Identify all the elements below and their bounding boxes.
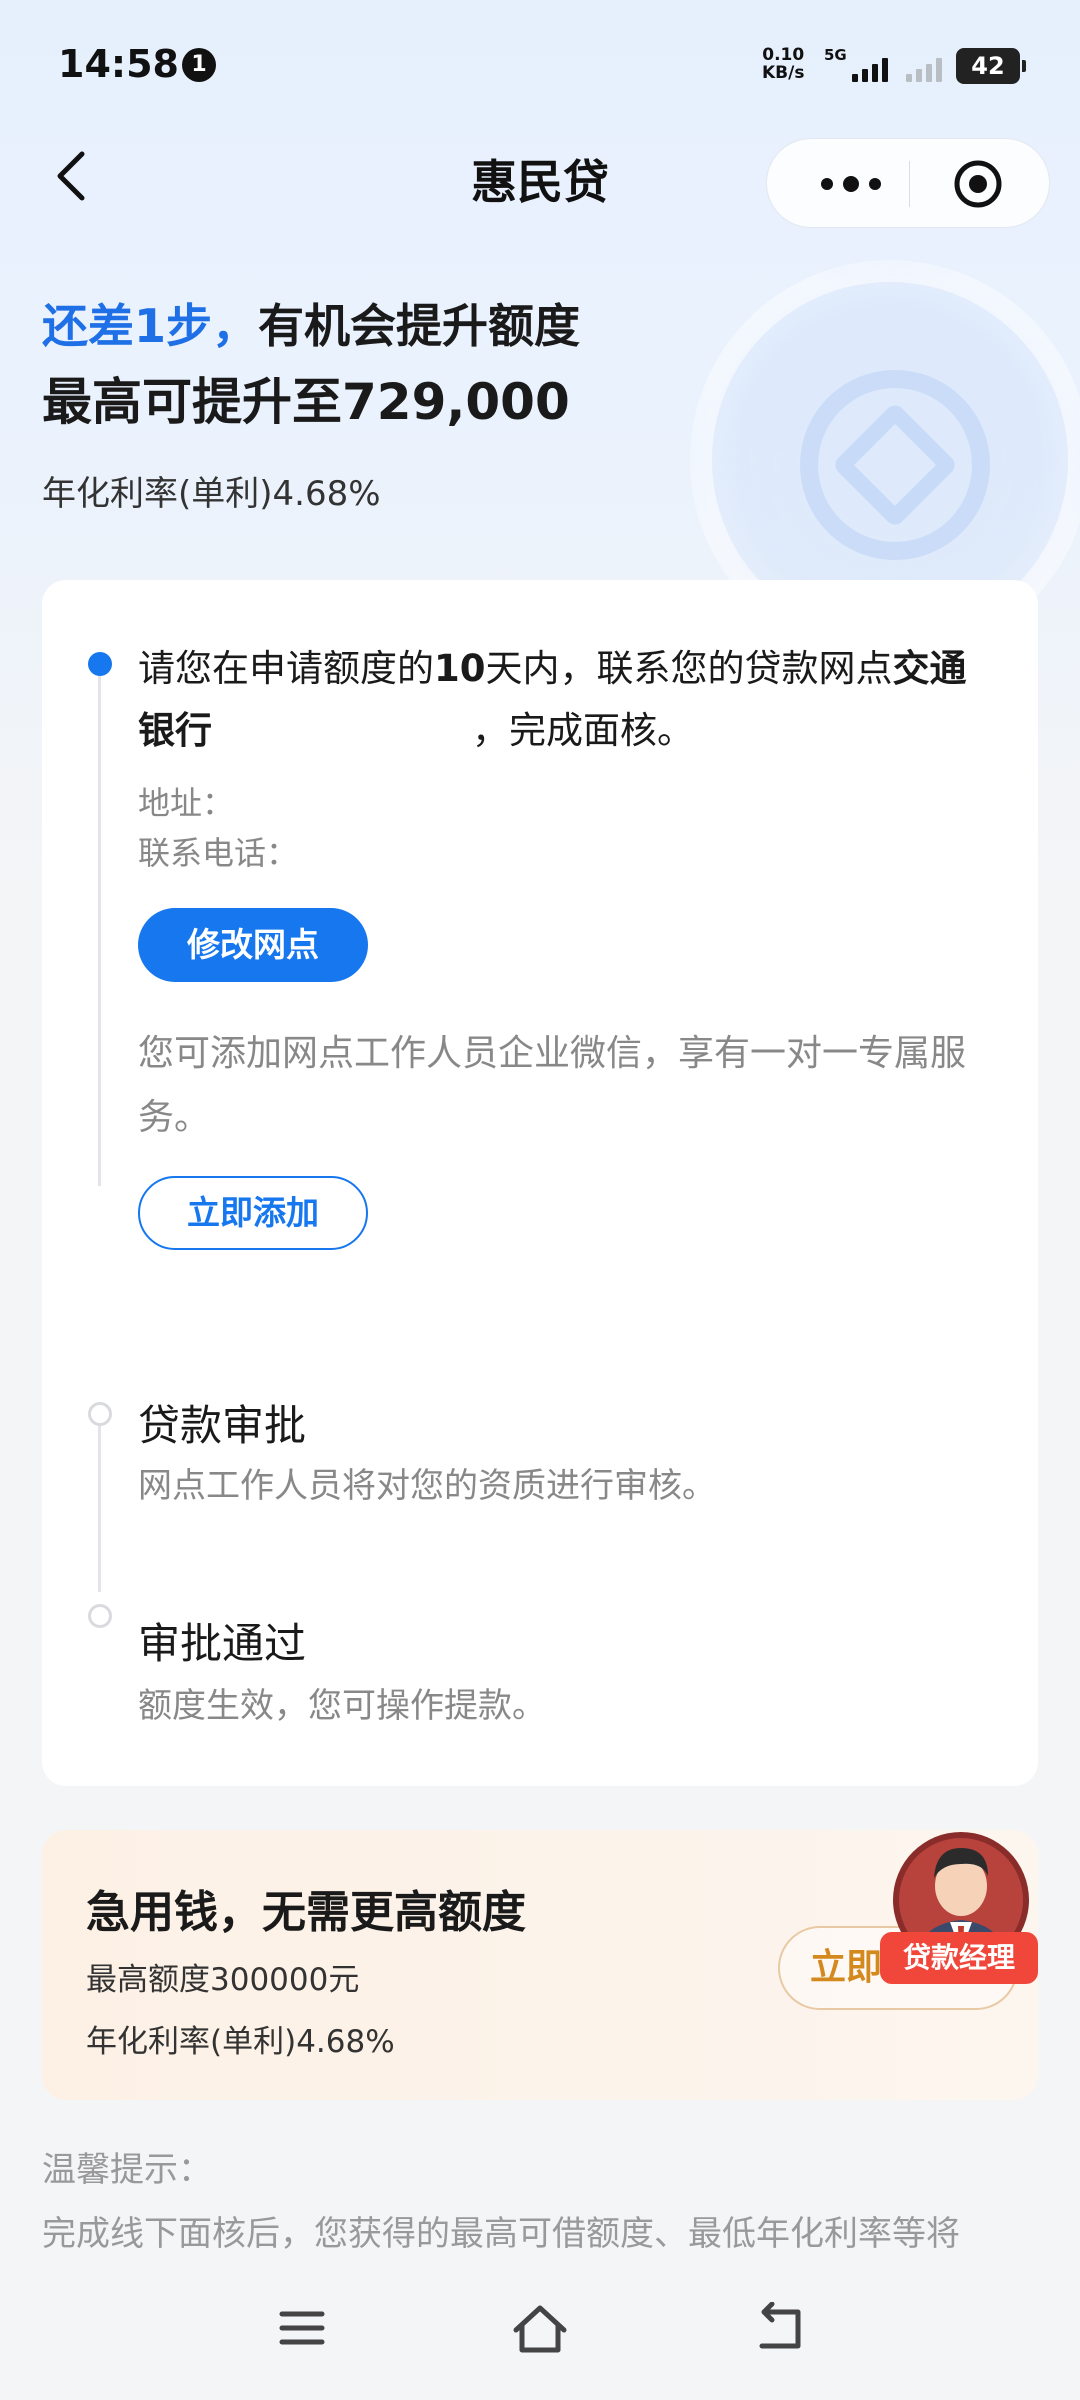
tips-title: 温馨提示： <box>42 2150 212 2190</box>
net-speed-unit: KB/s <box>762 63 805 83</box>
home-icon[interactable] <box>510 2302 570 2358</box>
target-circle-icon[interactable] <box>953 159 1003 209</box>
battery-indicator: 42 <box>956 48 1026 84</box>
net-speed: 0.10 KB/s <box>762 46 804 82</box>
step2-title: 贷款审批 <box>138 1401 307 1450</box>
more-dots-icon[interactable] <box>807 167 907 201</box>
hero-rate: 年化利率(单利)4.68% <box>42 474 381 514</box>
status-time: 14:58 <box>58 42 179 86</box>
network-type: 5G <box>824 46 847 64</box>
wechat-tip: 您可添加网点工作人员企业微信，享有一对一专属服务。 <box>138 1033 967 1138</box>
step-dot-inactive <box>88 1604 112 1628</box>
tips-body: 完成线下面核后，您获得的最高可借额度、最低年化利率等将 <box>42 2214 960 2254</box>
signal-bars-secondary-icon <box>906 58 942 82</box>
step1-days: 10 <box>434 647 486 690</box>
add-now-button[interactable]: 立即添加 <box>138 1176 368 1250</box>
signal-bars-icon <box>852 58 888 82</box>
capsule-divider <box>909 161 910 207</box>
hero-headline-rest: 有机会提升额度 <box>258 299 581 353</box>
step1-text-part: 请您在申请额度的 <box>138 647 434 690</box>
return-arrow-icon[interactable] <box>752 2302 808 2354</box>
loan-manager-badge[interactable]: 贷款经理 <box>880 1932 1038 1984</box>
status-bar: 14:58 1 0.10 KB/s 5G 42 <box>0 0 1080 130</box>
step1-instruction: 请您在申请额度的10天内，联系您的贷款网点交通银行 ，完成面核。 <box>138 638 998 762</box>
step1-text-part: ，完成面核。 <box>472 709 694 752</box>
step-dot-active <box>88 652 112 676</box>
step3-desc: 额度生效，您可操作提款。 <box>138 1686 546 1726</box>
menu-lines-icon[interactable] <box>276 2302 328 2354</box>
promo-rate: 年化利率(单利)4.68% <box>86 2024 395 2060</box>
hero-max-limit: 最高可提升至729,000 <box>42 373 570 431</box>
hero-headline-accent: 还差1步， <box>42 299 259 353</box>
phone-label: 联系电话： <box>138 834 299 872</box>
promo-limit: 最高额度300000元 <box>86 1962 360 1998</box>
step3-title: 审批通过 <box>138 1619 307 1668</box>
hero-headline: 还差1步，有机会提升额度 <box>42 290 580 356</box>
address-label: 地址： <box>138 784 235 822</box>
timeline-line <box>98 666 101 1186</box>
step-dot-inactive <box>88 1402 112 1426</box>
change-branch-button[interactable]: 修改网点 <box>138 908 368 982</box>
system-navigation-bar <box>0 2262 1080 2400</box>
promo-title: 急用钱，无需更高额度 <box>86 1887 526 1938</box>
miniprogram-capsule <box>766 138 1050 228</box>
net-speed-value: 0.10 <box>762 45 805 65</box>
steps-card: 请您在申请额度的10天内，联系您的贷款网点交通银行 ，完成面核。 地址： 联系电话… <box>42 580 1038 1786</box>
timeline-line-lower <box>98 1420 101 1592</box>
step2-desc: 网点工作人员将对您的资质进行审核。 <box>138 1466 716 1506</box>
step1-text-part: 天内，联系您的贷款网点 <box>485 647 893 690</box>
notification-badge: 1 <box>182 48 216 82</box>
